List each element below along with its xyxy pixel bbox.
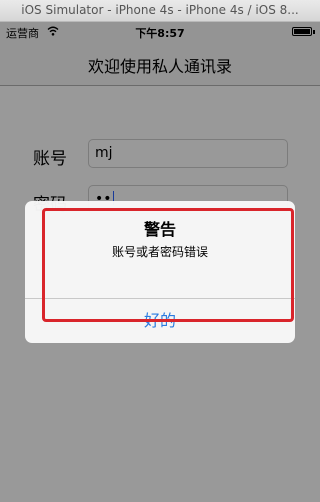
simulator-window-title: iOS Simulator - iPhone 4s - iPhone 4s / …: [21, 3, 299, 17]
simulator-title-bar: iOS Simulator - iPhone 4s - iPhone 4s / …: [0, 0, 320, 22]
annotation-highlight-box: [42, 208, 294, 322]
